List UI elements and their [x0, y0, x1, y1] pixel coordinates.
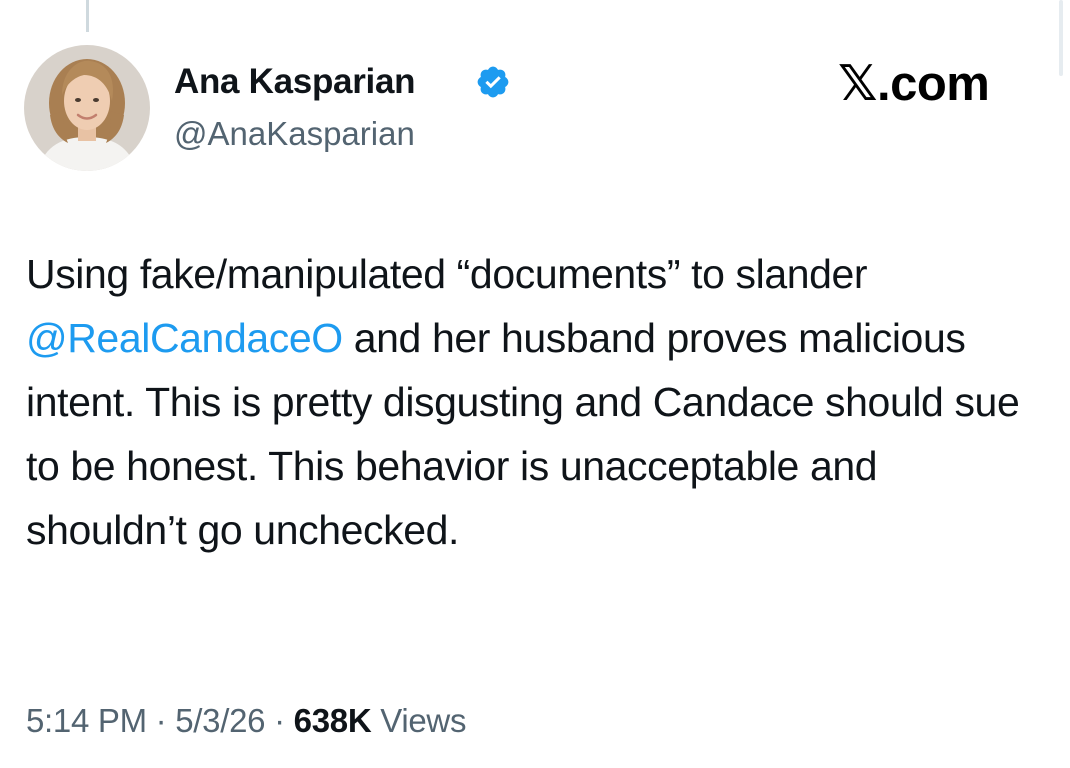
tweet-date[interactable]: 5/3/26: [175, 702, 265, 739]
meta-separator: ·: [155, 702, 167, 739]
author-name[interactable]: Ana Kasparian: [174, 62, 415, 102]
scrollbar[interactable]: [1059, 0, 1063, 76]
author-handle[interactable]: @AnaKasparian: [174, 115, 415, 153]
mention-link[interactable]: @RealCandaceO: [26, 315, 343, 361]
tweet-time[interactable]: 5:14 PM: [26, 702, 147, 739]
tweet-text: Using fake/manipulated “documents” to sl…: [26, 242, 1036, 562]
avatar[interactable]: [24, 45, 150, 171]
site-brand-logo: 𝕏.com: [838, 55, 990, 112]
x-logo-icon: 𝕏: [838, 55, 877, 112]
thread-connector-line: [86, 0, 89, 32]
verified-badge-icon[interactable]: [475, 64, 511, 100]
views-label: Views: [380, 702, 467, 739]
tweet-text-part: Using fake/manipulated “documents” to sl…: [26, 251, 868, 297]
views-count[interactable]: 638K: [294, 702, 372, 739]
tweet-metadata: 5:14 PM · 5/3/26 · 638K Views: [26, 702, 466, 740]
avatar-photo: [24, 45, 150, 171]
meta-separator: ·: [274, 702, 285, 739]
site-brand-suffix: .com: [876, 57, 990, 111]
